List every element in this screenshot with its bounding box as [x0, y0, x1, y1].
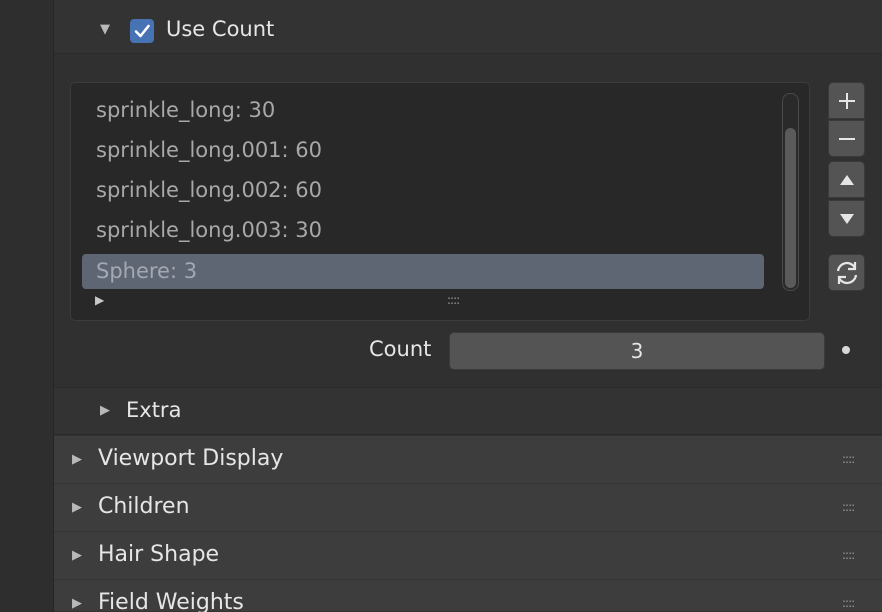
list-item[interactable]: sprinkle_long.002: 60: [96, 178, 322, 202]
section-label: Children: [98, 494, 190, 519]
use-count-checkbox[interactable]: [130, 19, 154, 43]
keyframe-dot-icon[interactable]: [842, 346, 850, 354]
list-item[interactable]: sprinkle_long: 30: [96, 98, 275, 122]
collection-list[interactable]: sprinkle_long: 30 sprinkle_long.001: 60 …: [70, 82, 810, 321]
move-down-icon: [839, 213, 854, 224]
section-label: Field Weights: [98, 590, 244, 612]
extra-label: Extra: [126, 398, 182, 422]
expand-right-icon[interactable]: ▶: [100, 403, 110, 418]
expand-right-icon[interactable]: ▶: [72, 548, 82, 563]
refresh-button[interactable]: [828, 254, 865, 291]
list-item[interactable]: sprinkle_long.001: 60: [96, 138, 322, 162]
filter-toggle-icon[interactable]: ▶: [95, 293, 104, 307]
drag-grip-icon[interactable]: ::::: [842, 500, 855, 514]
count-field[interactable]: 3: [449, 332, 825, 370]
expand-down-icon[interactable]: ▼: [100, 22, 110, 37]
use-count-label: Use Count: [166, 17, 275, 41]
extra-header[interactable]: ▶ Extra: [54, 387, 882, 435]
expand-right-icon[interactable]: ▶: [72, 500, 82, 515]
move-up-icon: [839, 174, 854, 185]
list-scrollbar[interactable]: [782, 93, 799, 291]
section-field-weights[interactable]: ▶ Field Weights ::::: [54, 580, 882, 612]
list-item-selected[interactable]: Sphere: 3: [82, 254, 764, 289]
section-children[interactable]: ▶ Children ::::: [54, 484, 882, 532]
use-count-header[interactable]: ▼ Use Count: [54, 0, 882, 54]
move-down-button[interactable]: [828, 200, 865, 237]
section-hair-shape[interactable]: ▶ Hair Shape ::::: [54, 532, 882, 580]
refresh-icon: [836, 261, 857, 284]
section-label: Viewport Display: [98, 446, 284, 471]
resize-grip-icon[interactable]: ::::: [447, 293, 460, 307]
checkmark-icon: [134, 24, 150, 38]
drag-grip-icon[interactable]: ::::: [842, 596, 855, 610]
section-viewport-display[interactable]: ▶ Viewport Display ::::: [54, 436, 882, 484]
move-up-button[interactable]: [828, 161, 865, 198]
scrollbar-thumb[interactable]: [785, 128, 796, 288]
add-button[interactable]: [828, 82, 865, 119]
expand-right-icon[interactable]: ▶: [72, 596, 82, 611]
drag-grip-icon[interactable]: ::::: [842, 548, 855, 562]
section-label: Hair Shape: [98, 542, 220, 567]
properties-panel: ▼ Use Count sprinkle_long: 30 sprinkle_l…: [54, 0, 882, 612]
left-strip: [0, 0, 54, 612]
count-label: Count: [369, 337, 432, 361]
remove-button[interactable]: [828, 120, 865, 157]
remove-icon: [838, 137, 855, 140]
expand-right-icon[interactable]: ▶: [72, 452, 82, 467]
add-icon: [838, 92, 855, 109]
drag-grip-icon[interactable]: ::::: [842, 452, 855, 466]
list-item[interactable]: sprinkle_long.003: 30: [96, 218, 322, 242]
